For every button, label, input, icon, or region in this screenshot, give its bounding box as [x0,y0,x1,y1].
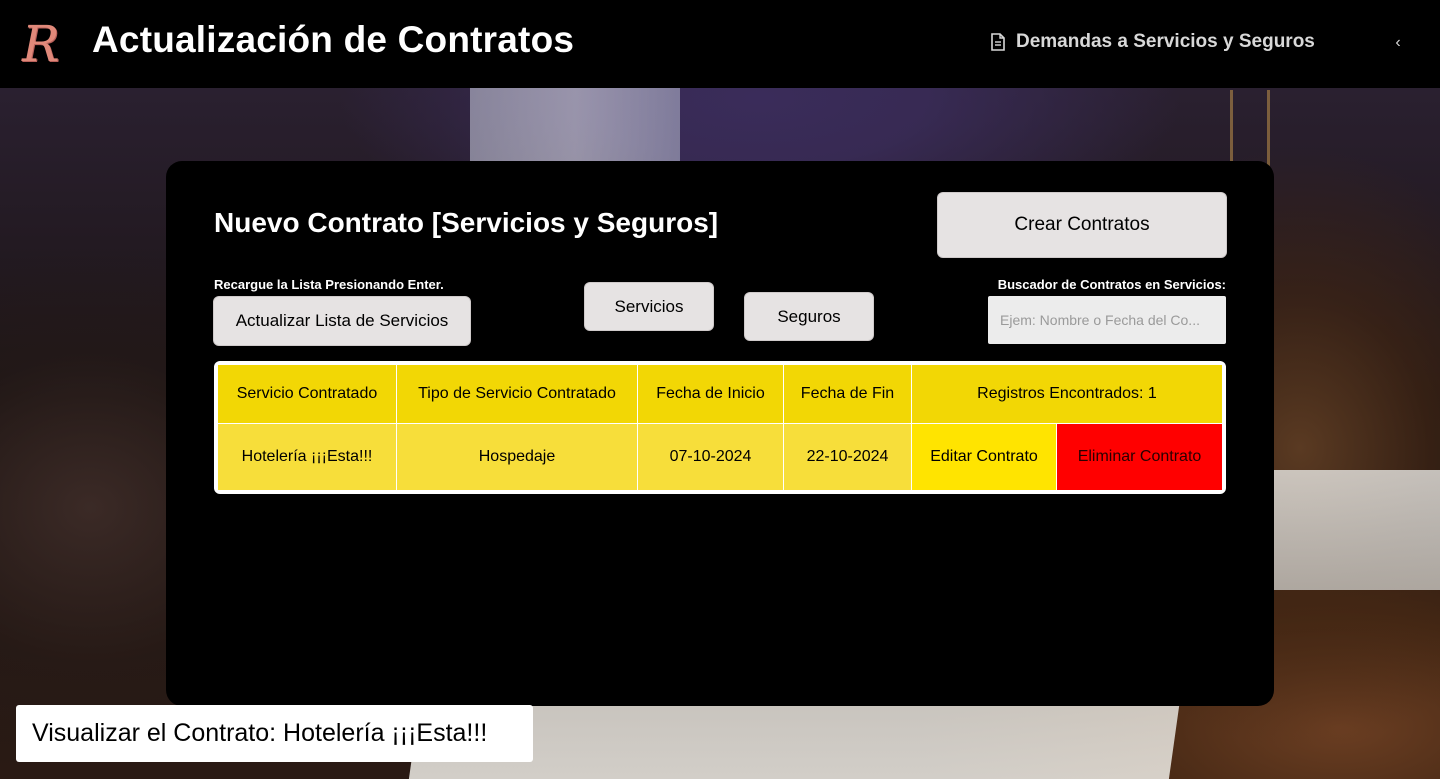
background-book [1270,470,1440,590]
search-label: Buscador de Contratos en Servicios: [997,277,1226,292]
cell-servicio: Hotelería ¡¡¡Esta!!! [218,424,396,490]
document-icon [991,33,1005,51]
edit-contract-button[interactable]: Editar Contrato [912,424,1056,490]
delete-contract-button[interactable]: Eliminar Contrato [1057,424,1222,490]
nav-link-demandas[interactable]: Demandas a Servicios y Seguros [990,31,1315,53]
app-logo[interactable]: R [22,16,74,72]
chevron-left-icon[interactable]: ‹ [1388,30,1408,56]
contract-panel: Nuevo Contrato [Servicios y Seguros] Cre… [166,161,1274,706]
top-bar: R Actualización de Contratos Demandas a … [0,0,1440,88]
column-header: Fecha de Fin [784,365,911,423]
reload-hint: Recargue la Lista Presionando Enter. [214,277,444,292]
column-header: Fecha de Inicio [638,365,783,423]
search-input[interactable] [988,296,1226,344]
contracts-table-container: Servicio Contratado Tipo de Servicio Con… [214,361,1226,494]
contracts-table: Servicio Contratado Tipo de Servicio Con… [217,364,1223,491]
create-contracts-button[interactable]: Crear Contratos [938,193,1226,257]
cell-fecha-inicio: 07-10-2024 [638,424,783,490]
cell-tipo: Hospedaje [397,424,637,490]
refresh-list-button[interactable]: Actualizar Lista de Servicios [214,297,470,345]
nav-link-label: Demandas a Servicios y Seguros [1016,31,1315,52]
servicios-button[interactable]: Servicios [585,283,713,330]
page-title: Actualización de Contratos [92,19,575,60]
background-shirt [470,88,680,168]
table-header-row: Servicio Contratado Tipo de Servicio Con… [218,365,1222,423]
table-row: Hotelería ¡¡¡Esta!!! Hospedaje 07-10-202… [218,424,1222,490]
records-found-header: Registros Encontrados: 1 [912,365,1222,423]
contract-preview-label[interactable]: Visualizar el Contrato: Hotelería ¡¡¡Est… [16,705,533,762]
panel-title: Nuevo Contrato [Servicios y Seguros] [214,207,719,238]
column-header: Tipo de Servicio Contratado [397,365,637,423]
column-header: Servicio Contratado [218,365,396,423]
seguros-button[interactable]: Seguros [745,293,873,340]
cell-fecha-fin: 22-10-2024 [784,424,911,490]
